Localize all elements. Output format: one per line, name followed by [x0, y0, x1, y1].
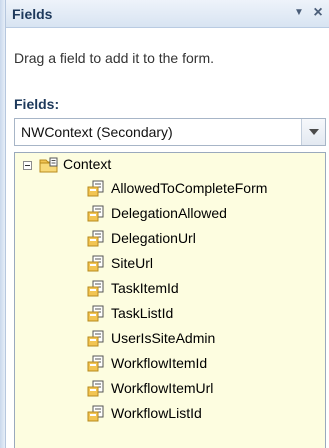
field-label: WorkflowItemUrl: [111, 380, 214, 396]
pane-title: Fields: [12, 6, 53, 22]
field-icon: [87, 205, 104, 222]
tree-node-field[interactable]: AllowedToCompleteForm: [87, 177, 317, 201]
tree-node-field[interactable]: DelegationAllowed: [87, 202, 317, 226]
field-icon: [87, 330, 104, 347]
fields-tree[interactable]: Context AllowedToCompleteForm DelegationA…: [14, 152, 326, 448]
field-icon: [87, 280, 104, 297]
fields-label: Fields:: [14, 96, 60, 112]
field-label: TaskItemId: [111, 280, 179, 296]
folder-group-icon: [39, 157, 58, 173]
field-label: WorkflowListId: [111, 405, 202, 421]
field-label: UserIsSiteAdmin: [111, 330, 216, 346]
fields-task-pane: Fields ▼ × Drag a field to add it to the…: [0, 0, 329, 448]
pane-resize-border[interactable]: [0, 0, 6, 448]
tree-node-field[interactable]: WorkflowItemUrl: [87, 377, 317, 401]
chevron-down-icon[interactable]: [301, 119, 325, 145]
field-icon: [87, 180, 104, 197]
field-icon: [87, 230, 104, 247]
data-source-value: NWContext (Secondary): [21, 124, 173, 140]
close-icon[interactable]: ×: [309, 3, 327, 23]
tree-node-context[interactable]: Context: [15, 153, 315, 177]
field-icon: [87, 380, 104, 397]
drag-hint-text: Drag a field to add it to the form.: [14, 50, 214, 66]
field-label: TaskListId: [111, 305, 174, 321]
pane-title-bar: Fields ▼ ×: [6, 0, 329, 28]
field-icon: [87, 405, 104, 422]
pane-menu-dropdown-icon[interactable]: ▼: [290, 3, 308, 23]
field-label: AllowedToCompleteForm: [111, 180, 268, 196]
tree-node-field[interactable]: UserIsSiteAdmin: [87, 327, 317, 351]
field-icon: [87, 305, 104, 322]
data-source-select[interactable]: NWContext (Secondary): [14, 118, 326, 146]
field-label: SiteUrl: [111, 255, 154, 271]
field-label: DelegationAllowed: [111, 205, 227, 221]
tree-node-field[interactable]: WorkflowListId: [87, 402, 317, 426]
collapse-icon[interactable]: [23, 161, 32, 170]
tree-node-field[interactable]: TaskListId: [87, 302, 317, 326]
field-label: WorkflowItemId: [111, 355, 208, 371]
field-icon: [87, 355, 104, 372]
tree-node-field[interactable]: DelegationUrl: [87, 227, 317, 251]
field-icon: [87, 255, 104, 272]
tree-node-label: Context: [63, 156, 112, 172]
field-label: DelegationUrl: [111, 230, 196, 246]
tree-node-field[interactable]: WorkflowItemId: [87, 352, 317, 376]
tree-node-field[interactable]: TaskItemId: [87, 277, 317, 301]
tree-node-field[interactable]: SiteUrl: [87, 252, 317, 276]
